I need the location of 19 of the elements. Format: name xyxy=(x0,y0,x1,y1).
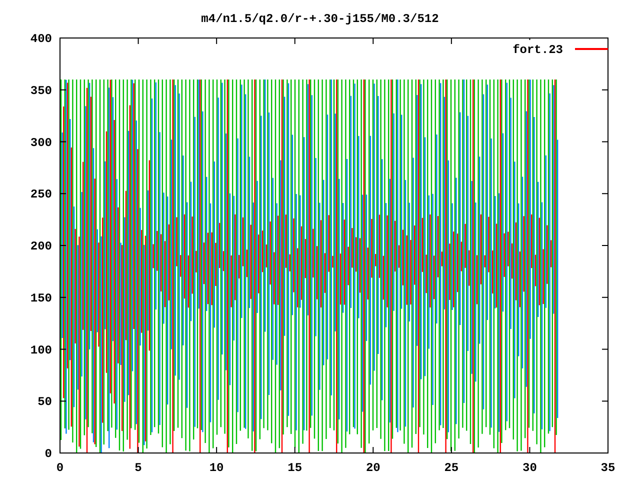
y-tick-label: 300 xyxy=(30,136,52,150)
y-tick-label: 250 xyxy=(30,188,52,202)
x-tick-label: 10 xyxy=(209,461,224,475)
y-tick-label: 200 xyxy=(30,240,52,254)
x-tick-label: 20 xyxy=(366,461,380,475)
y-tick-label: 400 xyxy=(30,32,52,46)
x-tick-label: 30 xyxy=(522,461,537,475)
x-tick-label: 35 xyxy=(600,461,616,475)
chart-title: m4/n1.5/q2.0/r-+.30-j155/M0.3/512 xyxy=(201,12,439,26)
x-tick-label: 0 xyxy=(56,461,64,475)
legend-label: fort.23 xyxy=(512,43,563,57)
y-tick-label: 150 xyxy=(30,291,52,306)
x-tick-label: 25 xyxy=(444,461,459,475)
x-tick-label: 5 xyxy=(134,461,142,475)
y-tick-label: 50 xyxy=(38,395,52,410)
x-tick-label: 15 xyxy=(288,461,302,475)
y-tick-label: 0 xyxy=(44,447,52,461)
y-tick-label: 100 xyxy=(30,343,52,358)
y-tick-label: 350 xyxy=(30,84,52,98)
